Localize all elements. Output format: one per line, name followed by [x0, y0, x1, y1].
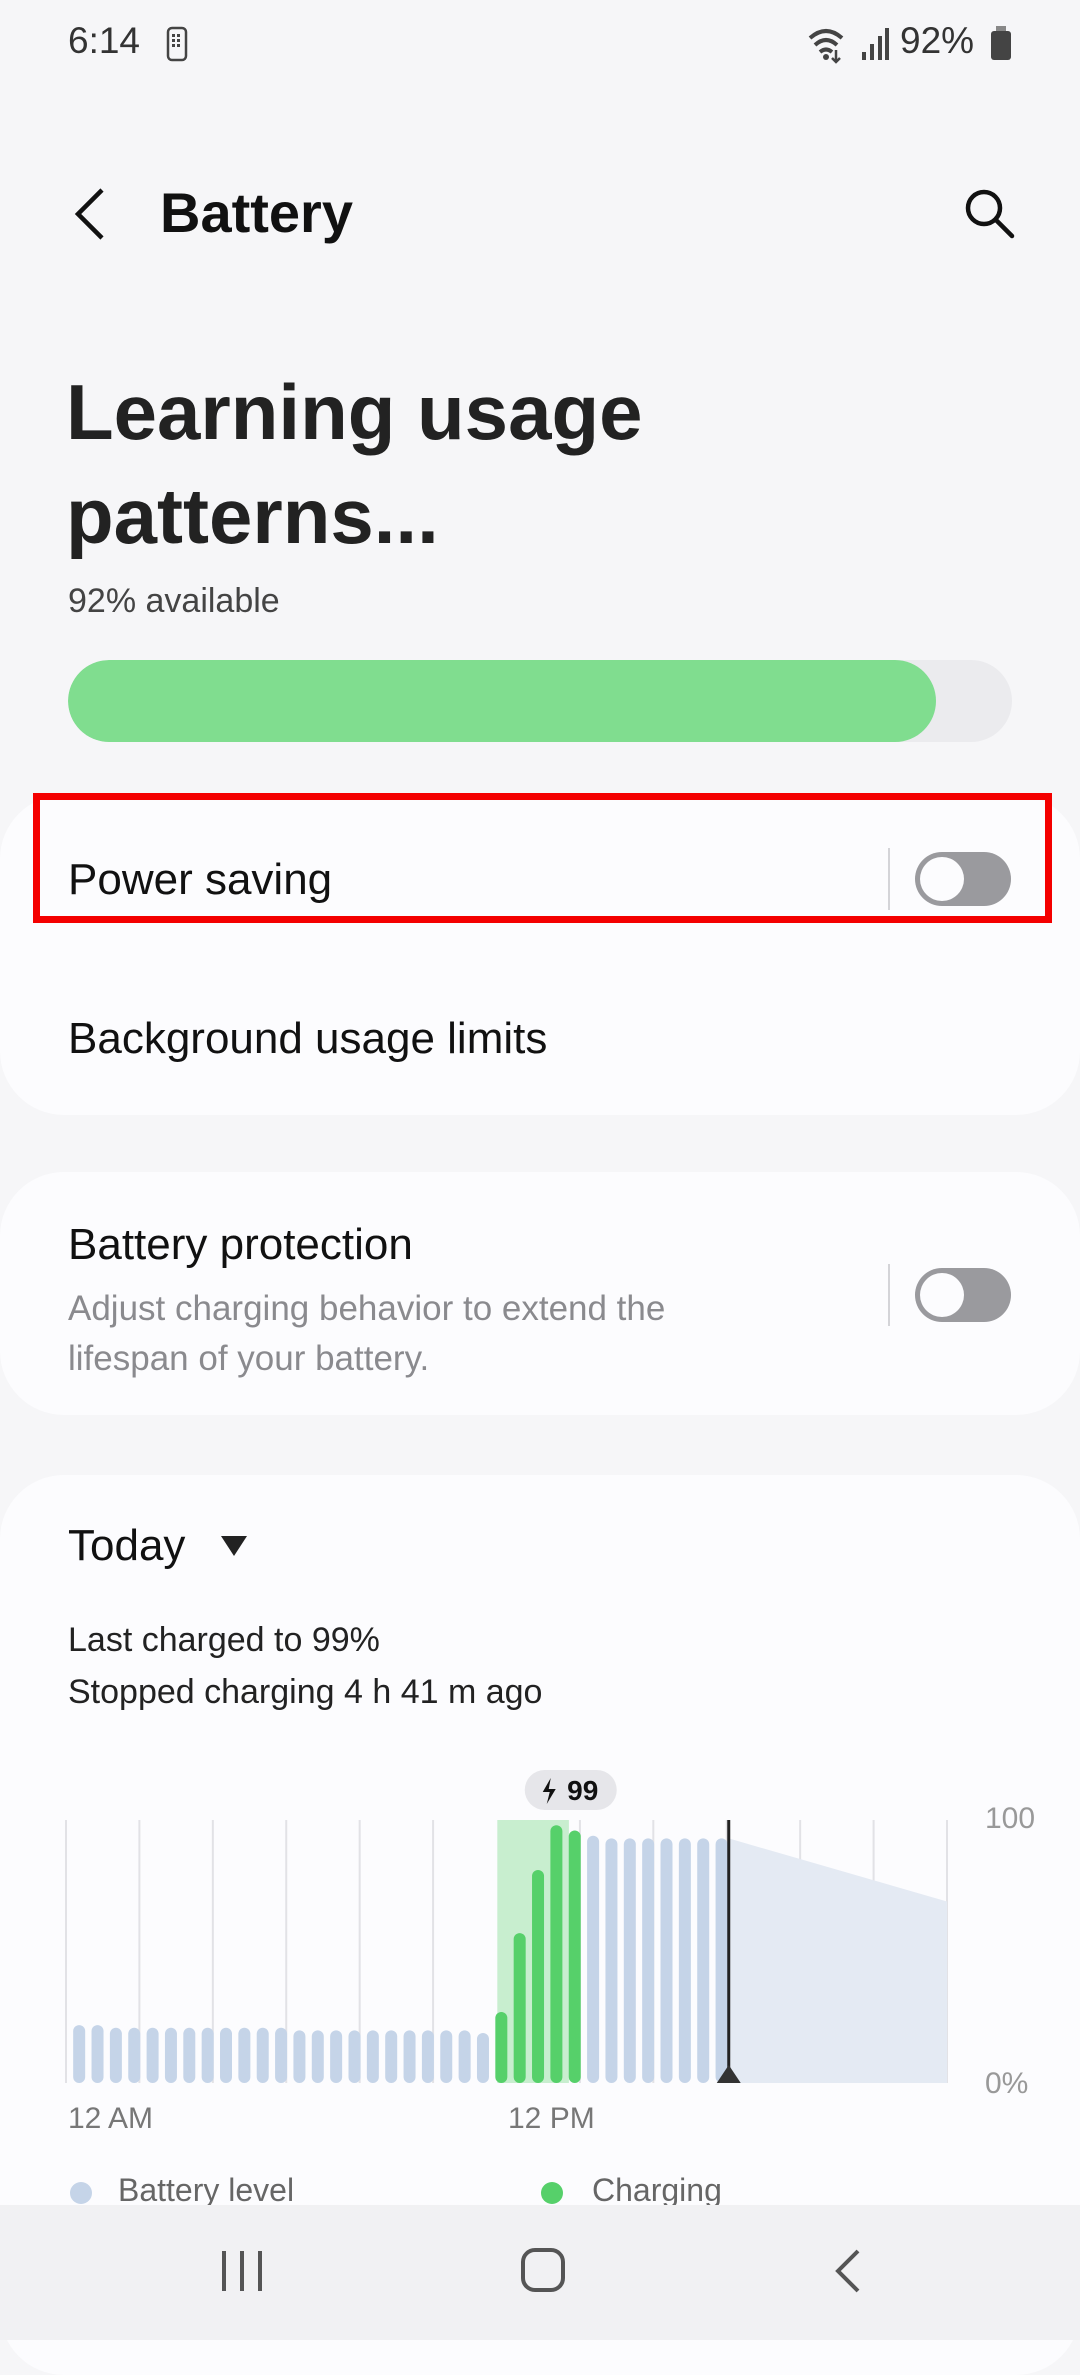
battery-bar: [623, 1838, 636, 2083]
period-dropdown[interactable]: Today: [68, 1516, 248, 1576]
battery-bar: [109, 2027, 122, 2083]
title-line-1: Learning usage: [66, 368, 643, 456]
battery-bar: [238, 2027, 251, 2083]
battery-bar: [476, 2033, 489, 2083]
battery-bar: [73, 2025, 86, 2083]
background-usage-limits-row[interactable]: Background usage limits: [0, 980, 1080, 1100]
charging-bar: [568, 1830, 581, 2083]
divider: [888, 848, 890, 910]
battery-bar: [201, 2027, 214, 2083]
battery-bar: [91, 2025, 104, 2083]
battery-bar: [587, 1835, 600, 2083]
title-line-2: patterns...: [66, 472, 439, 560]
battery-bar: [715, 1838, 728, 2083]
battery-protection-description: Adjust charging behavior to extend the l…: [68, 1284, 665, 1384]
signal-icon: [862, 28, 889, 60]
battery-level-bar: [68, 660, 1012, 742]
dropdown-triangle-icon: [221, 1536, 248, 1556]
legend-dot-charging: [541, 2182, 563, 2204]
search-icon[interactable]: [962, 186, 1018, 242]
battery-icon: [991, 26, 1011, 60]
y-tick-100: 100: [985, 1802, 1035, 1835]
page-title: Battery: [160, 181, 353, 244]
battery-bar: [385, 2030, 398, 2083]
battery-bar: [660, 1838, 673, 2083]
legend-battery-level: Battery level: [118, 2172, 295, 2208]
prediction-area: [728, 1838, 947, 2083]
stopped-charging-text: Stopped charging 4 h 41 m ago: [68, 1673, 543, 1711]
divider: [888, 1264, 890, 1326]
recents-icon[interactable]: [218, 2249, 266, 2293]
battery-status-title: Learning usage patterns...: [66, 360, 642, 568]
battery-protection-toggle[interactable]: [915, 1268, 1011, 1322]
description-line-2: lifespan of your battery.: [68, 1339, 430, 1378]
charging-bar: [495, 2011, 508, 2083]
battery-bar: [697, 1838, 710, 2083]
power-saving-toggle[interactable]: [915, 852, 1011, 906]
back-icon[interactable]: [830, 2247, 866, 2295]
background-usage-limits-label: Background usage limits: [68, 1014, 548, 1063]
battery-level-fill: [68, 660, 937, 742]
battery-bar: [275, 2027, 288, 2083]
battery-bar: [293, 2030, 306, 2083]
description-line-1: Adjust charging behavior to extend the: [68, 1289, 666, 1328]
battery-bar: [128, 2027, 141, 2083]
battery-protection-label: Battery protection: [68, 1220, 413, 1269]
period-label: Today: [68, 1521, 186, 1570]
last-charged-text: Last charged to 99%: [68, 1621, 380, 1659]
battery-bar: [146, 2027, 159, 2083]
battery-bar: [366, 2030, 379, 2083]
charging-bar: [513, 1933, 526, 2083]
charging-bar: [532, 1869, 545, 2083]
wifi-icon: [808, 29, 844, 64]
available-text: 92% available: [68, 582, 280, 620]
navigation-bar: [0, 2205, 1080, 2340]
battery-bar: [403, 2030, 416, 2083]
charge-info: Last charged to 99% Stopped charging 4 h…: [68, 1614, 542, 1718]
power-saving-row[interactable]: Power saving: [0, 800, 1080, 960]
legend-dot-battery: [70, 2182, 92, 2204]
legend-charging: Charging: [592, 2172, 722, 2208]
battery-protection-row[interactable]: Battery protection Adjust charging behav…: [0, 1172, 1080, 1415]
battery-bar: [678, 1838, 691, 2083]
battery-bar: [311, 2030, 324, 2083]
battery-usage-chart: 99 100 0% 12 AM 12 PM: [65, 1770, 1035, 2135]
battery-bar: [421, 2030, 434, 2083]
power-saving-label: Power saving: [68, 855, 333, 904]
back-arrow-icon[interactable]: [70, 186, 110, 242]
battery-bar: [164, 2027, 177, 2083]
charging-bar: [550, 1825, 563, 2083]
battery-bar: [220, 2027, 233, 2083]
status-battery-percent: 92%: [900, 20, 975, 61]
battery-bar: [605, 1838, 618, 2083]
x-tick-12pm: 12 PM: [508, 2102, 595, 2135]
y-tick-0: 0%: [985, 2067, 1028, 2100]
battery-bar: [642, 1838, 655, 2083]
battery-bar: [458, 2030, 471, 2083]
battery-bar: [348, 2030, 361, 2083]
status-time: 6:14: [68, 20, 141, 61]
sim-icon: [166, 26, 188, 62]
charge-badge-value: 99: [567, 1775, 598, 1806]
home-icon[interactable]: [520, 2247, 566, 2293]
x-tick-12am: 12 AM: [68, 2102, 153, 2135]
battery-bar: [330, 2030, 343, 2083]
battery-bar: [440, 2030, 453, 2083]
battery-bar: [256, 2027, 269, 2083]
battery-bar: [183, 2027, 196, 2083]
